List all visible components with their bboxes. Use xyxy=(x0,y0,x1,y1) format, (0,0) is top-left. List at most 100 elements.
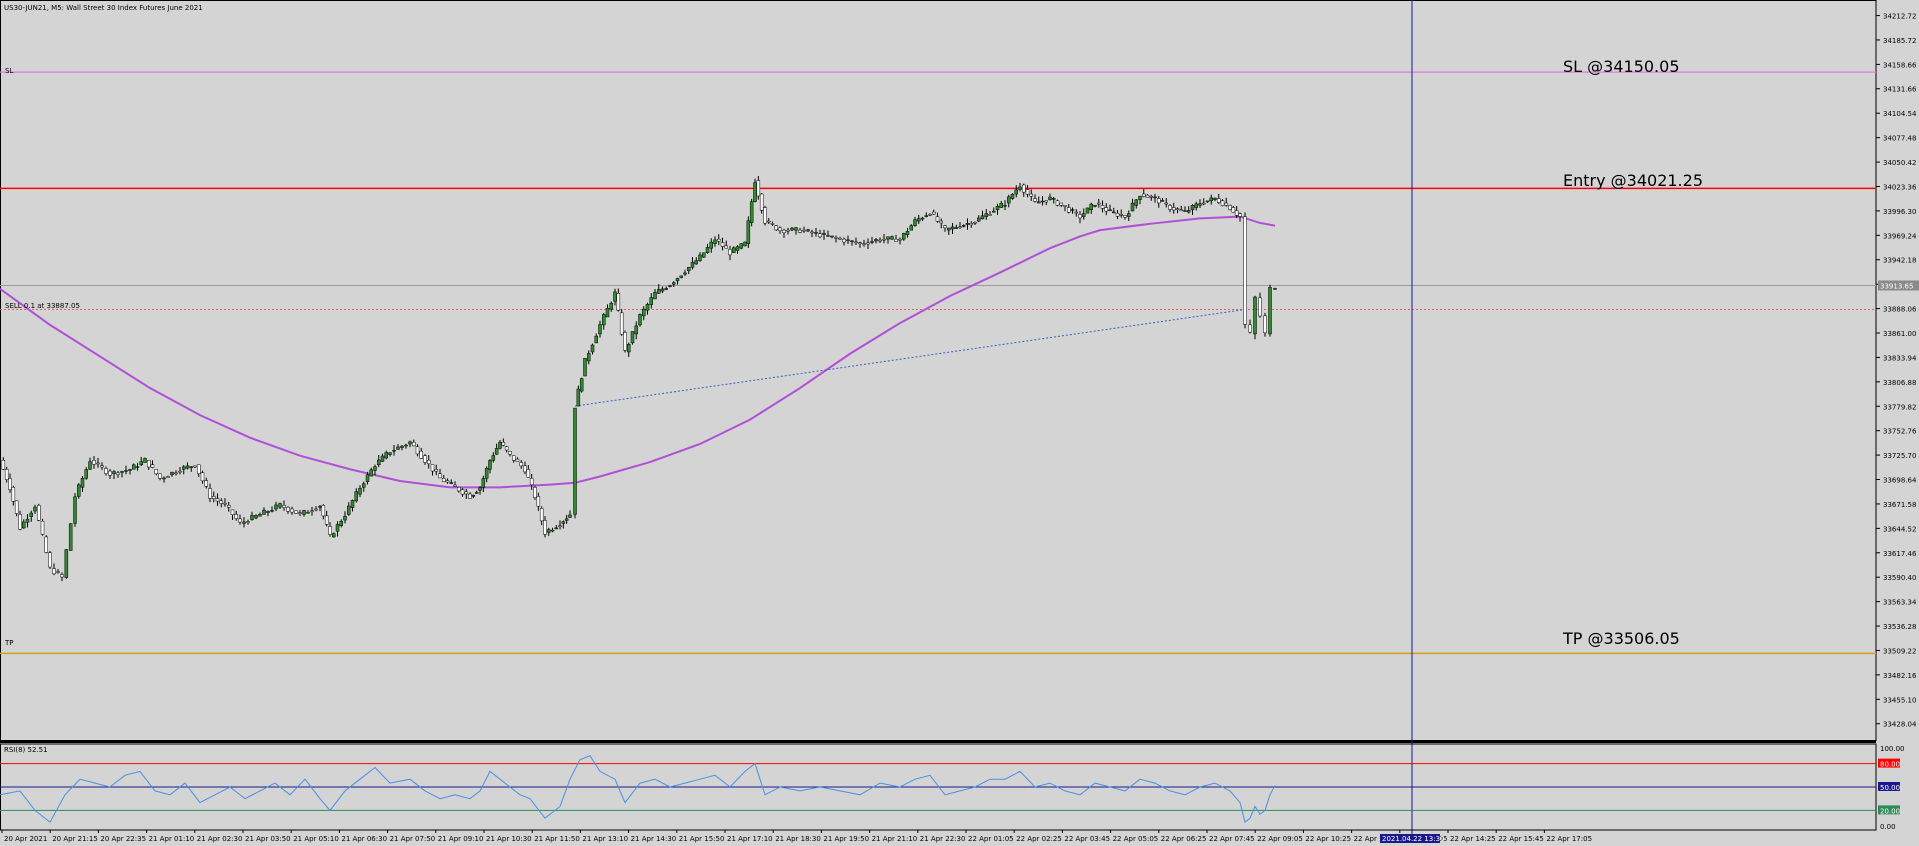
candle-body xyxy=(806,229,810,232)
y-tick-label: 33996.30 xyxy=(1883,208,1916,216)
y-tick-label: 34077.48 xyxy=(1883,135,1916,143)
candle-body xyxy=(498,441,502,449)
candle-body xyxy=(384,452,388,459)
x-tick-label: 21 Apr 06:30 xyxy=(341,835,387,843)
candle-body xyxy=(254,514,258,519)
rsi-title: RSI(8) 52.51 xyxy=(4,746,48,754)
candle-body xyxy=(770,223,775,225)
candle-body xyxy=(717,238,721,242)
candle-body xyxy=(561,521,566,524)
trading-chart[interactable]: US30-JUN21, M5: Wall Street 30 Index Fut… xyxy=(0,0,1919,846)
candle-body xyxy=(478,487,482,491)
candle-body xyxy=(1231,207,1236,213)
candle-body xyxy=(150,464,155,468)
x-tick-label: 21 Apr 01:10 xyxy=(149,835,195,843)
x-tick-label: 21 Apr 09:10 xyxy=(438,835,484,843)
candle-body xyxy=(594,335,598,344)
candle-body xyxy=(882,238,886,241)
candle-body xyxy=(619,312,624,335)
candle-body xyxy=(564,518,569,521)
candle-body xyxy=(890,236,894,240)
candle-body xyxy=(298,512,302,514)
x-tick-label: 22 Apr 10:25 xyxy=(1305,835,1351,843)
candle-body xyxy=(743,241,747,247)
candle-body xyxy=(928,214,932,216)
candle-body xyxy=(782,229,786,234)
candle-body xyxy=(427,459,431,465)
candle-body xyxy=(1160,200,1165,202)
candle-body xyxy=(519,462,523,467)
candle-body xyxy=(515,458,520,462)
candle-body xyxy=(539,508,544,522)
y-tick-label: 34212.72 xyxy=(1883,13,1916,21)
candle-body xyxy=(1138,195,1142,200)
candle-body xyxy=(37,505,41,521)
y-tick-label: 33725.70 xyxy=(1883,452,1916,460)
candle-body xyxy=(984,213,988,217)
candle-body xyxy=(230,509,235,515)
candle-body xyxy=(999,203,1003,208)
candle-body xyxy=(657,289,661,294)
candle-body xyxy=(1089,203,1093,211)
y-tick-label: 34104.54 xyxy=(1883,110,1917,118)
candle-body xyxy=(84,469,88,479)
candle-body xyxy=(917,218,921,222)
candle-body xyxy=(250,515,254,521)
candle-body xyxy=(1097,202,1101,205)
candle-body xyxy=(1145,194,1150,198)
y-tick-label: 33428.04 xyxy=(1883,721,1917,729)
candle-body xyxy=(154,469,158,475)
y-tick-label: 33969.24 xyxy=(1883,232,1917,240)
candle-body xyxy=(302,510,306,515)
candle-body xyxy=(886,236,890,240)
candle-body xyxy=(512,455,516,461)
candle-body xyxy=(139,461,143,466)
candle-body xyxy=(350,500,355,508)
candle-body xyxy=(590,344,595,353)
candle-body xyxy=(238,518,242,523)
x-tick-label: 21 Apr 02:30 xyxy=(197,835,243,843)
candle-body xyxy=(1100,205,1105,209)
y-tick-label: 34050.42 xyxy=(1883,159,1916,167)
candle-body xyxy=(759,193,764,211)
candle-body xyxy=(494,448,499,455)
candle-body xyxy=(204,480,208,487)
candle-body xyxy=(227,505,231,508)
candle-body xyxy=(1040,200,1045,203)
candle-body xyxy=(529,478,534,486)
candle-body xyxy=(1063,205,1067,207)
candle-body xyxy=(573,407,577,515)
candle-body xyxy=(464,491,468,495)
candle-body xyxy=(705,247,710,253)
candle-body xyxy=(818,233,822,238)
candle-body xyxy=(630,331,635,344)
candle-body xyxy=(690,261,695,268)
candle-body xyxy=(200,472,205,482)
y-tick-label: 33942.18 xyxy=(1883,257,1916,265)
candle-body xyxy=(132,464,136,470)
candle-body xyxy=(616,293,621,311)
x-tick-label: 21 Apr 05:10 xyxy=(293,835,339,843)
candle-body xyxy=(1175,208,1180,210)
candle-body xyxy=(48,552,52,568)
candle-body xyxy=(1037,201,1041,204)
candle-body xyxy=(1205,200,1210,203)
rsi-tick-label: 80.00 xyxy=(1880,761,1900,769)
candle-body xyxy=(862,243,866,245)
x-tick-label: 21 Apr 18:30 xyxy=(775,835,821,843)
x-tick-label: 20 Apr 21:15 xyxy=(52,835,98,843)
candle-body xyxy=(1,459,6,470)
candle-body xyxy=(286,506,290,512)
candle-body xyxy=(1190,205,1195,211)
candle-body xyxy=(746,220,751,244)
candle-body xyxy=(954,227,958,229)
candle-body xyxy=(1157,198,1161,204)
x-tick-label: 21 Apr 13:10 xyxy=(582,835,628,843)
candle-body xyxy=(774,225,778,231)
candle-body xyxy=(634,325,638,335)
candle-body xyxy=(980,215,985,220)
candle-body xyxy=(73,496,77,524)
candle-body xyxy=(143,458,147,463)
candle-body xyxy=(170,471,174,475)
candle-body xyxy=(822,232,826,235)
